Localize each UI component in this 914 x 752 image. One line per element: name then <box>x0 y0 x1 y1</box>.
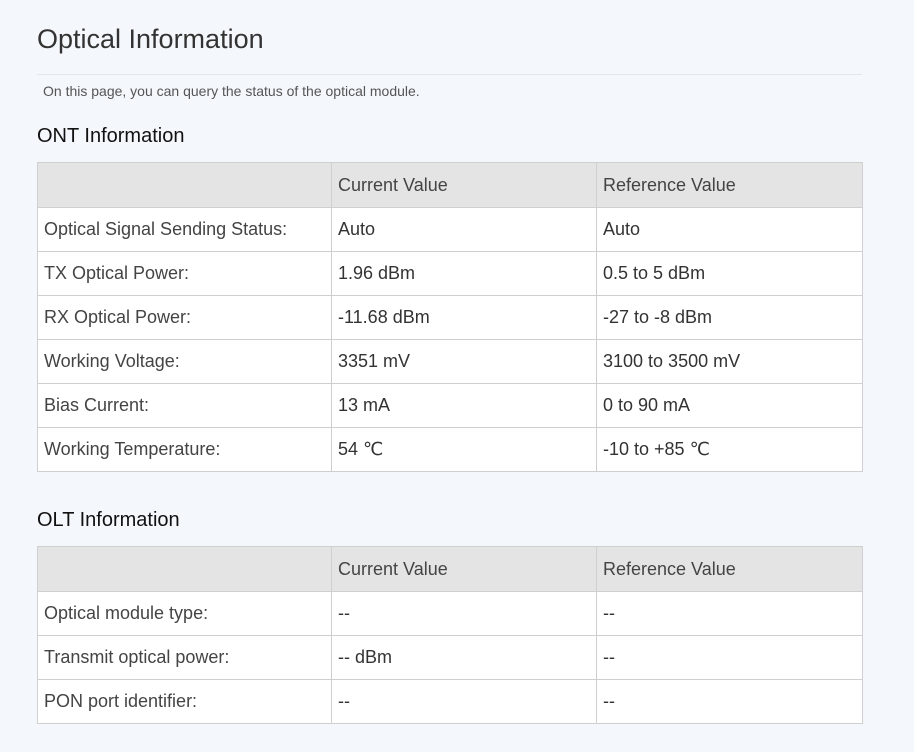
reference-value: 0 to 90 mA <box>596 383 863 428</box>
table-row: PON port identifier: -- -- <box>37 679 863 724</box>
header-reference-value: Reference Value <box>596 546 863 592</box>
row-label: Optical module type: <box>37 591 332 636</box>
table-row: RX Optical Power: -11.68 dBm -27 to -8 d… <box>37 295 863 340</box>
page-description: On this page, you can query the status o… <box>43 83 420 99</box>
header-current-value: Current Value <box>331 546 597 592</box>
row-label: Transmit optical power: <box>37 635 332 680</box>
reference-value: Auto <box>596 207 863 252</box>
row-label: RX Optical Power: <box>37 295 332 340</box>
table-row: TX Optical Power: 1.96 dBm 0.5 to 5 dBm <box>37 251 863 296</box>
table-row: Transmit optical power: -- dBm -- <box>37 635 863 680</box>
current-value: Auto <box>331 207 597 252</box>
reference-value: 0.5 to 5 dBm <box>596 251 863 296</box>
table-header-row: Current Value Reference Value <box>37 546 863 592</box>
header-reference-value: Reference Value <box>596 162 863 208</box>
row-label: Optical Signal Sending Status: <box>37 207 332 252</box>
row-label: PON port identifier: <box>37 679 332 724</box>
current-value: -11.68 dBm <box>331 295 597 340</box>
table-row: Bias Current: 13 mA 0 to 90 mA <box>37 383 863 428</box>
title-divider <box>37 74 862 75</box>
olt-section-title: OLT Information <box>37 509 180 531</box>
current-value: -- <box>331 591 597 636</box>
ont-info-table: Current Value Reference Value Optical Si… <box>37 162 863 472</box>
current-value: -- <box>331 679 597 724</box>
reference-value: -27 to -8 dBm <box>596 295 863 340</box>
current-value: 1.96 dBm <box>331 251 597 296</box>
table-row: Optical Signal Sending Status: Auto Auto <box>37 207 863 252</box>
current-value: 13 mA <box>331 383 597 428</box>
reference-value: -- <box>596 591 863 636</box>
header-label-cell <box>37 162 332 208</box>
header-label-cell <box>37 546 332 592</box>
current-value: -- dBm <box>331 635 597 680</box>
current-value: 54 ℃ <box>331 427 597 472</box>
reference-value: -- <box>596 635 863 680</box>
ont-section-title: ONT Information <box>37 125 185 147</box>
table-row: Working Temperature: 54 ℃ -10 to +85 ℃ <box>37 427 863 472</box>
row-label: Bias Current: <box>37 383 332 428</box>
page-title: Optical Information <box>37 24 264 54</box>
row-label: Working Voltage: <box>37 339 332 384</box>
table-row: Working Voltage: 3351 mV 3100 to 3500 mV <box>37 339 863 384</box>
reference-value: 3100 to 3500 mV <box>596 339 863 384</box>
current-value: 3351 mV <box>331 339 597 384</box>
table-header-row: Current Value Reference Value <box>37 162 863 208</box>
row-label: TX Optical Power: <box>37 251 332 296</box>
table-row: Optical module type: -- -- <box>37 591 863 636</box>
reference-value: -- <box>596 679 863 724</box>
header-current-value: Current Value <box>331 162 597 208</box>
row-label: Working Temperature: <box>37 427 332 472</box>
reference-value: -10 to +85 ℃ <box>596 427 863 472</box>
olt-info-table: Current Value Reference Value Optical mo… <box>37 546 863 724</box>
